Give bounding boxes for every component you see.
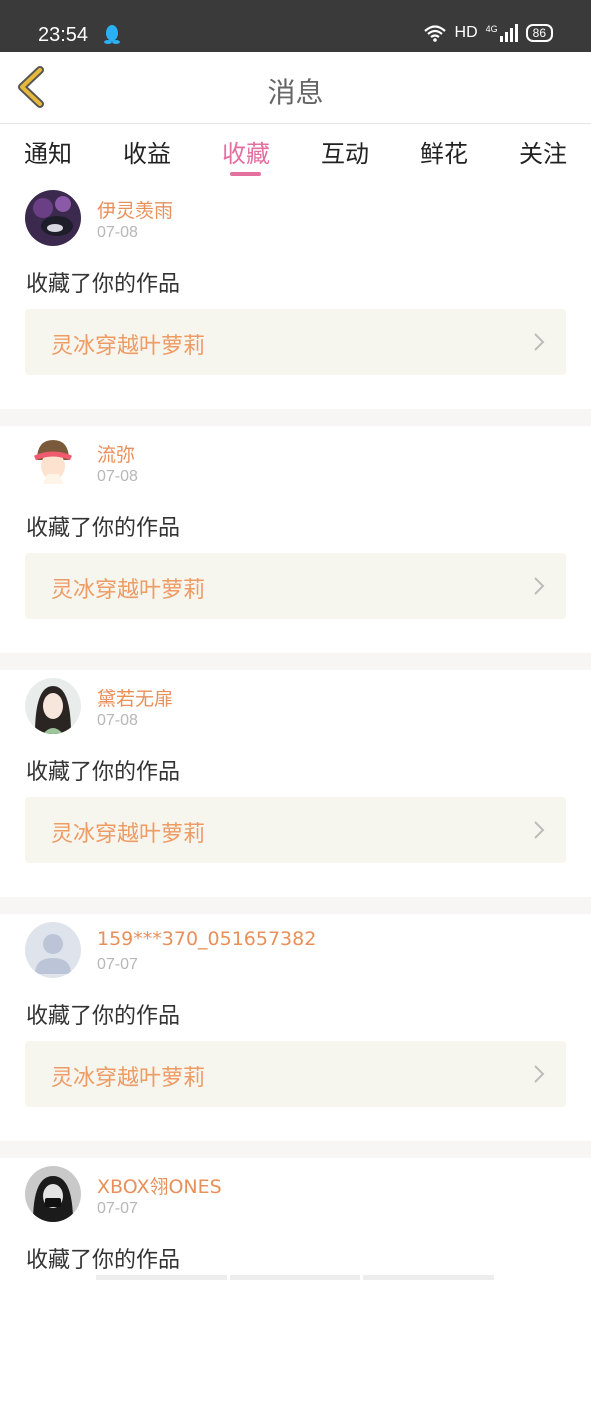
- work-title: 灵冰穿越叶萝莉: [51, 334, 206, 359]
- page-title: 消息: [267, 76, 324, 109]
- list-item: 159***370_051657382 07-07 收藏了你的作品 灵冰穿越叶萝…: [0, 914, 591, 1158]
- tab-following[interactable]: 关注: [519, 134, 567, 169]
- username[interactable]: 伊灵羡雨: [97, 196, 173, 223]
- work-card[interactable]: 灵冰穿越叶萝莉: [25, 309, 566, 375]
- list-item: 流弥 07-08 收藏了你的作品 灵冰穿越叶萝莉: [0, 426, 591, 670]
- date: 07-07: [97, 956, 138, 973]
- status-indicators: HD 4G 86: [423, 24, 553, 42]
- chevron-right-icon: [534, 821, 545, 839]
- username[interactable]: 黛若无扉: [97, 684, 173, 711]
- chevron-right-icon: [534, 1065, 545, 1083]
- battery-indicator: 86: [525, 24, 553, 42]
- username[interactable]: XBOX翎ONES: [97, 1172, 222, 1199]
- signal-icon: 4G: [486, 24, 518, 42]
- network-label: HD: [454, 24, 478, 41]
- username[interactable]: 159***370_051657382: [97, 928, 316, 950]
- chevron-right-icon: [534, 577, 545, 595]
- work-title: 灵冰穿越叶萝莉: [51, 578, 206, 603]
- favorites-list: 伊灵羡雨 07-08 收藏了你的作品 灵冰穿越叶萝莉 流弥 07-08 收藏了你…: [0, 182, 591, 1402]
- bottom-card-edge: [96, 1275, 495, 1280]
- work-title: 灵冰穿越叶萝莉: [51, 1066, 206, 1091]
- username[interactable]: 流弥: [97, 440, 135, 467]
- action-text: 收藏了你的作品: [26, 516, 181, 541]
- action-text: 收藏了你的作品: [26, 1248, 181, 1273]
- tab-flowers[interactable]: 鲜花: [420, 134, 468, 169]
- tab-bar: 通知 收益 收藏 互动 鲜花 关注: [0, 124, 591, 182]
- action-text: 收藏了你的作品: [26, 1004, 181, 1029]
- tab-interactions[interactable]: 互动: [321, 134, 369, 169]
- qq-icon: [104, 25, 120, 44]
- avatar[interactable]: [25, 190, 81, 246]
- status-time: 23:54: [38, 24, 89, 46]
- work-card[interactable]: 灵冰穿越叶萝莉: [25, 553, 566, 619]
- avatar[interactable]: [25, 434, 81, 490]
- avatar[interactable]: [25, 922, 81, 978]
- date: 07-08: [97, 224, 138, 241]
- date: 07-08: [97, 468, 138, 485]
- avatar[interactable]: [25, 678, 81, 734]
- work-card[interactable]: 灵冰穿越叶萝莉: [25, 797, 566, 863]
- list-item: 黛若无扉 07-08 收藏了你的作品 灵冰穿越叶萝莉: [0, 670, 591, 914]
- status-bar: 23:54 HD 4G 86: [0, 0, 591, 52]
- action-text: 收藏了你的作品: [26, 760, 181, 785]
- active-tab-indicator: [230, 172, 261, 176]
- date: 07-07: [97, 1200, 138, 1217]
- work-title: 灵冰穿越叶萝莉: [51, 822, 206, 847]
- signal-label: 4G: [485, 24, 498, 34]
- wifi-icon: [423, 25, 446, 42]
- nav-bar: 消息: [0, 52, 591, 124]
- chevron-right-icon: [534, 333, 545, 351]
- list-item: 伊灵羡雨 07-08 收藏了你的作品 灵冰穿越叶萝莉: [0, 182, 591, 426]
- list-item: XBOX翎ONES 07-07 收藏了你的作品: [0, 1158, 591, 1402]
- date: 07-08: [97, 712, 138, 729]
- avatar[interactable]: [25, 1166, 81, 1222]
- tab-notifications[interactable]: 通知: [24, 134, 72, 169]
- action-text: 收藏了你的作品: [26, 272, 181, 297]
- work-card[interactable]: 灵冰穿越叶萝莉: [25, 1041, 566, 1107]
- tab-favorites[interactable]: 收藏: [222, 134, 270, 169]
- tab-earnings[interactable]: 收益: [123, 134, 171, 169]
